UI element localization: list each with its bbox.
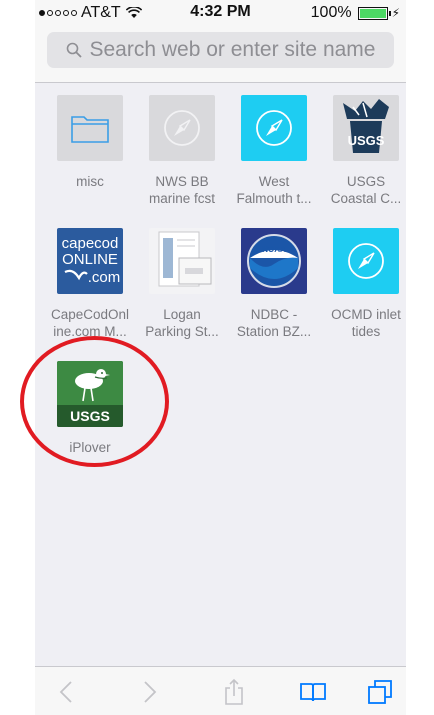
tabs-button[interactable]	[363, 675, 397, 709]
bookmark-label: OCMD inlet tides	[331, 307, 401, 339]
bookmark-west-falmouth[interactable]: West Falmouth t...	[228, 95, 320, 207]
back-icon	[59, 681, 72, 703]
bookmark-label: NDBC - Station BZ...	[236, 307, 312, 339]
search-input[interactable]: Search web or enter site name	[47, 32, 394, 68]
bookmark-misc[interactable]: misc	[44, 95, 136, 190]
forward-button[interactable]	[133, 675, 167, 709]
svg-text:ONLINE: ONLINE	[62, 251, 118, 268]
capecod-online-icon: capecod ONLINE .com	[57, 228, 123, 294]
noaa-logo-text: NOAA	[262, 245, 286, 254]
search-icon	[66, 42, 82, 58]
noaa-icon: NOAA	[241, 228, 307, 294]
status-right: 100% ⚡	[311, 4, 400, 22]
usgs-logo-text: USGS	[348, 133, 385, 148]
battery-icon	[357, 6, 388, 20]
charging-icon: ⚡	[391, 6, 400, 20]
bookmark-label: NWS BB marine fcst	[148, 174, 216, 206]
forward-icon	[144, 681, 157, 703]
battery-percentage: 100%	[310, 4, 352, 21]
compass-icon	[333, 228, 399, 294]
bookmark-capecod-online[interactable]: capecod ONLINE .com CapeCodOnl ine.com M…	[44, 228, 136, 340]
search-placeholder: Search web or enter site name	[89, 38, 376, 61]
folder-icon	[57, 95, 123, 161]
bookmark-label: CapeCodOnl ine.com M...	[50, 307, 130, 339]
compass-icon	[241, 95, 307, 161]
usgs-coastal-icon: USGS	[333, 95, 399, 161]
bookmark-logan-parking[interactable]: Logan Parking St...	[136, 228, 228, 340]
compass-icon	[149, 95, 215, 161]
bookmark-usgs-coastal[interactable]: USGS USGS Coastal C...	[320, 95, 406, 207]
bookmark-ocmd-inlet[interactable]: OCMD inlet tides	[320, 228, 406, 340]
share-icon	[225, 678, 243, 705]
bookmarks-icon	[300, 683, 326, 702]
tabs-icon	[368, 680, 392, 704]
share-button[interactable]	[217, 675, 251, 709]
svg-text:capecod: capecod	[62, 235, 119, 252]
status-bar: AT&T 4:32 PM 100% ⚡	[35, 0, 406, 24]
bookmark-ndbc[interactable]: NOAA NDBC - Station BZ...	[228, 228, 320, 340]
annotation-circle	[20, 336, 169, 467]
header: AT&T 4:32 PM 100% ⚡ Search web or enter	[35, 0, 406, 83]
svg-text:.com: .com	[88, 269, 121, 286]
bookmarks-button[interactable]	[296, 675, 330, 709]
back-button[interactable]	[49, 675, 83, 709]
bookmark-label: USGS Coastal C...	[330, 174, 402, 206]
bookmark-label: Logan Parking St...	[145, 307, 219, 339]
document-thumbnail-icon	[149, 228, 215, 294]
bottom-toolbar	[35, 666, 406, 715]
bookmark-label: misc	[76, 174, 104, 189]
bookmark-label: West Falmouth t...	[236, 174, 312, 206]
battery-nub	[388, 10, 391, 16]
bookmark-nws-bb[interactable]: NWS BB marine fcst	[136, 95, 228, 207]
